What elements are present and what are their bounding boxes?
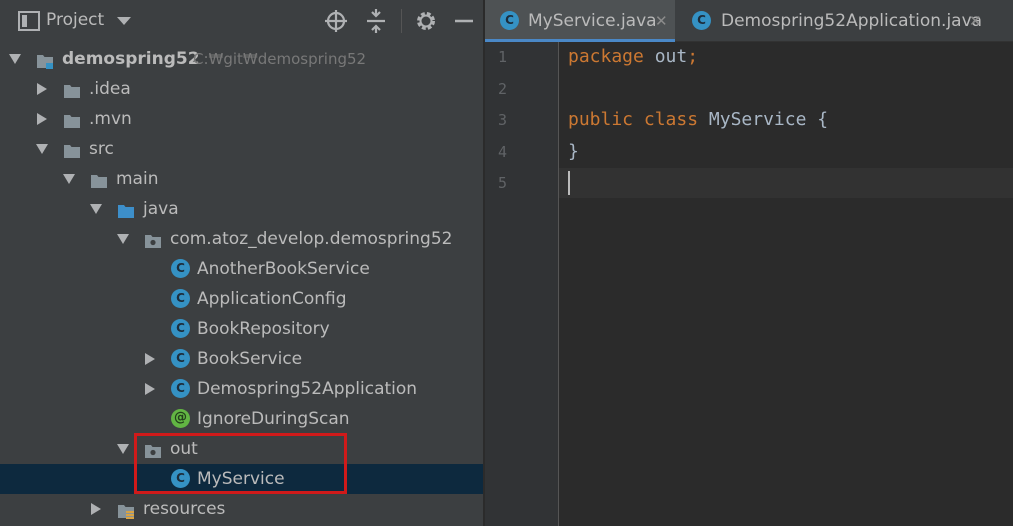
tree-item-label: ApplicationConfig	[197, 289, 347, 309]
tree-item-label: BookRepository	[197, 319, 330, 339]
tree-item-label: demospring52	[62, 49, 200, 69]
collapsed-arrow-icon[interactable]	[36, 113, 48, 125]
tree-item-main[interactable]: main	[0, 164, 483, 194]
tree-item-label: IgnoreDuringScan	[197, 409, 350, 429]
tab-myservice[interactable]: C MyService.java ✕	[485, 0, 675, 42]
expanded-arrow-icon[interactable]	[90, 203, 102, 215]
tree-item-label: .mvn	[89, 109, 132, 129]
tab-label: MyService.java	[528, 11, 657, 31]
class-icon: C	[500, 11, 519, 30]
code-line: }	[568, 137, 579, 167]
identifier-token: out	[654, 46, 688, 67]
chevron-down-icon[interactable]	[112, 9, 136, 33]
tree-item-resources[interactable]: resources	[0, 494, 483, 524]
spring-boot-class-icon: C	[692, 11, 711, 30]
tree-item-src[interactable]: src	[0, 134, 483, 164]
tree-item-label: Demospring52Application	[197, 379, 418, 399]
tree-item-label: .idea	[89, 79, 131, 99]
line-number: 1	[497, 48, 507, 66]
tree-item-com-atoz-develop-demospring52[interactable]: com.atoz_develop.demospring52	[0, 224, 483, 254]
current-line-highlight	[559, 168, 1013, 198]
line-number: 5	[497, 174, 507, 192]
resources-folder-icon	[117, 500, 135, 519]
tree-item-anotherbookservice[interactable]: C AnotherBookService	[0, 254, 483, 284]
locate-icon[interactable]	[324, 9, 348, 33]
expanded-arrow-icon[interactable]	[117, 443, 129, 455]
annotation-highlight-box	[134, 433, 347, 494]
line-number: 2	[497, 79, 507, 98]
tree-item-label: BookService	[197, 349, 303, 369]
expanded-arrow-icon[interactable]	[36, 143, 48, 155]
class-icon: C	[171, 349, 190, 368]
header-separator	[401, 9, 402, 33]
text-caret	[568, 171, 570, 195]
tree-item-label: AnotherBookService	[197, 259, 370, 279]
project-tool-window: Project demospring52 C:₩git₩demospring52.…	[0, 0, 483, 526]
close-icon[interactable]: ✕	[969, 0, 982, 42]
code-line: public class MyService {	[568, 105, 828, 135]
keyword-token: class	[643, 109, 709, 130]
code-line: package out;	[568, 42, 698, 72]
tree-item-label: src	[89, 139, 114, 159]
source-folder-icon	[117, 200, 135, 218]
tree-item-label: main	[116, 169, 159, 189]
tree-item-demospring52[interactable]: demospring52 C:₩git₩demospring52	[0, 44, 483, 74]
collapsed-arrow-icon[interactable]	[36, 83, 48, 95]
folder-icon	[90, 170, 108, 188]
tree-item--mvn[interactable]: .mvn	[0, 104, 483, 134]
class-icon: C	[171, 259, 190, 278]
tree-item-bookservice[interactable]: C BookService	[0, 344, 483, 374]
folder-icon	[63, 80, 81, 98]
folder-icon	[63, 110, 81, 128]
line-number: 4	[497, 142, 507, 161]
tree-item-demospring52application[interactable]: C Demospring52Application	[0, 374, 483, 404]
project-view-icon[interactable]	[17, 9, 41, 33]
expanded-arrow-icon[interactable]	[117, 233, 129, 245]
annotation-icon: @	[171, 409, 190, 428]
line-number: 3	[497, 111, 507, 129]
package-icon	[144, 230, 162, 248]
tree-item-applicationconfig[interactable]: C ApplicationConfig	[0, 284, 483, 314]
project-panel-header: Project	[0, 0, 483, 42]
keyword-token: package	[568, 46, 655, 67]
tab-label: Demospring52Application.java	[721, 11, 983, 31]
folder-icon	[63, 140, 81, 158]
tree-item-label: resources	[143, 499, 226, 519]
line-number-gutter[interactable]: 1 2 3 4 5	[485, 42, 559, 526]
class-icon: C	[171, 289, 190, 308]
expanded-arrow-icon[interactable]	[9, 53, 21, 65]
tree-item-java[interactable]: java	[0, 194, 483, 224]
class-icon: C	[171, 319, 190, 338]
keyword-token: public	[568, 109, 644, 130]
tree-item--idea[interactable]: .idea	[0, 74, 483, 104]
spring-boot-class-icon: C	[171, 379, 190, 398]
identifier-token: MyService {	[708, 109, 829, 130]
code-editor[interactable]: package out; public class MyService {}	[559, 42, 1013, 526]
tab-demospring52application[interactable]: C Demospring52Application.java ✕	[677, 0, 1013, 42]
collapsed-arrow-icon[interactable]	[90, 503, 102, 515]
identifier-token: }	[568, 140, 579, 162]
gear-icon[interactable]	[414, 9, 438, 33]
close-icon[interactable]: ✕	[655, 0, 668, 42]
tree-item-label: com.atoz_develop.demospring52	[170, 229, 453, 249]
keyword-token: ;	[687, 46, 699, 67]
project-panel-title[interactable]: Project	[46, 10, 104, 30]
hide-icon[interactable]	[452, 9, 476, 33]
collapsed-arrow-icon[interactable]	[144, 353, 156, 365]
collapse-all-icon[interactable]	[364, 9, 388, 33]
tree-item-ignoreduringscan[interactable]: @ IgnoreDuringScan	[0, 404, 483, 434]
module-path: C:₩git₩demospring52	[193, 50, 367, 68]
module-folder-icon	[36, 50, 54, 69]
expanded-arrow-icon[interactable]	[63, 173, 75, 185]
collapsed-arrow-icon[interactable]	[144, 383, 156, 395]
editor-tab-bar: C MyService.java ✕ C Demospring52Applica…	[485, 0, 1013, 42]
tree-item-bookrepository[interactable]: C BookRepository	[0, 314, 483, 344]
tree-item-label: java	[143, 199, 179, 219]
